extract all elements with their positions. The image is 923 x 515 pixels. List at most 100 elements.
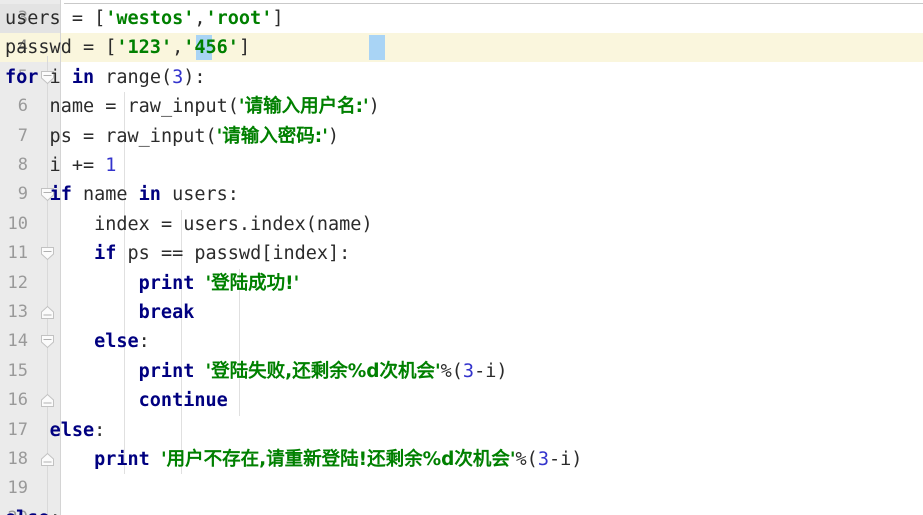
code-token: [ — [105, 37, 117, 59]
code-token: ( — [160, 66, 173, 88]
code-token: -i) — [548, 449, 583, 470]
code-token: = — [105, 96, 128, 118]
code-line[interactable]: if name in users: — [5, 180, 239, 209]
code-token: '登陆成功!' — [205, 272, 300, 294]
code-token: users — [5, 8, 72, 29]
code-token: name — [5, 96, 106, 118]
code-token: ( — [205, 125, 217, 147]
code-token: += — [71, 155, 106, 176]
code-line[interactable]: index = users.index(name) — [5, 210, 373, 239]
code-token: = — [160, 213, 184, 235]
code-token: for — [5, 66, 39, 88]
code-token: 'westos' — [105, 8, 195, 29]
code-token: '请输入密码:' — [216, 125, 328, 147]
code-token: users: — [160, 184, 239, 206]
code-line[interactable]: i += 1 — [5, 151, 117, 180]
code-token: [ — [94, 8, 106, 29]
code-token: ps — [116, 243, 161, 265]
code-line[interactable]: continue — [5, 386, 228, 415]
code-token: passwd — [5, 37, 83, 59]
code-token: : — [138, 331, 150, 353]
code-token: break — [138, 302, 195, 323]
code-token: else — [94, 331, 139, 353]
code-line[interactable]: users = ['westos','root'] — [5, 4, 283, 33]
code-line[interactable]: else: — [5, 504, 61, 515]
code-token: users.index — [183, 213, 306, 235]
code-token: = — [82, 37, 106, 59]
line-number[interactable]: 19 — [0, 474, 28, 503]
code-line[interactable]: break — [5, 298, 195, 327]
code-line[interactable]: ps = raw_input('请输入密码:') — [5, 122, 339, 151]
code-token: -i) — [474, 360, 508, 382]
code-token: passwd — [194, 243, 262, 265]
code-token: '用户不存在,请重新登陆!还剩余%d次机会' — [160, 449, 516, 470]
code-token: 1 — [105, 155, 117, 176]
code-token: print — [94, 449, 150, 470]
code-token: 3 — [537, 449, 549, 470]
code-token: index — [272, 243, 329, 265]
code-line[interactable]: print '登陆失败,还剩余%d次机会'%(3-i) — [5, 357, 508, 386]
code-token: continue — [138, 390, 228, 412]
code-token: ) — [327, 125, 340, 147]
code-editor[interactable]: 34567891011121314151617181920 users = ['… — [0, 0, 923, 515]
code-line[interactable]: name = raw_input('请输入用户名:') — [5, 92, 380, 121]
code-token: '123' — [116, 37, 173, 59]
code-token: ( — [227, 96, 239, 118]
code-token: ): — [183, 66, 206, 88]
code-line[interactable]: else: — [5, 416, 106, 445]
code-token: i — [38, 66, 72, 88]
code-token: else — [5, 508, 50, 515]
code-token: [ — [261, 243, 273, 265]
code-token: 'root' — [205, 8, 273, 29]
code-token: = — [71, 8, 95, 29]
bracket-match-highlight — [368, 35, 386, 61]
code-token: %( — [440, 360, 463, 382]
code-token: '登陆失败,还剩余%d次机会' — [205, 360, 441, 382]
code-token: ( — [305, 213, 317, 235]
code-token: print — [138, 360, 195, 382]
code-token: , — [172, 37, 184, 59]
code-token: else — [49, 419, 95, 441]
code-token: %( — [515, 449, 538, 470]
code-line[interactable]: print '登陆成功!' — [5, 269, 300, 298]
code-token: : — [50, 508, 61, 515]
code-token: raw_input — [105, 125, 206, 147]
code-token: index — [5, 213, 161, 235]
code-token: print — [138, 272, 195, 294]
code-token: ] — [272, 8, 284, 29]
code-line[interactable]: print '用户不存在,请重新登陆!还剩余%d次机会'%(3-i) — [5, 445, 582, 474]
code-token: 3 — [172, 66, 184, 88]
code-token: in — [71, 66, 95, 88]
code-token: '456' — [183, 37, 239, 59]
code-token: : — [94, 419, 106, 441]
code-line[interactable]: if ps == passwd[index]: — [5, 239, 350, 268]
code-token: ] — [238, 37, 251, 59]
code-line[interactable]: passwd = ['123','456'] — [5, 33, 250, 62]
code-token: '请输入用户名:' — [238, 96, 369, 118]
code-token: if — [94, 243, 117, 265]
code-token: = — [82, 125, 106, 147]
code-token: name — [71, 184, 139, 206]
code-token: range — [105, 66, 161, 88]
code-token: in — [138, 184, 161, 206]
code-token: , — [194, 8, 206, 29]
code-token: name — [316, 213, 362, 235]
code-token: ]: — [328, 243, 351, 265]
code-line[interactable]: for i in range(3): — [5, 63, 206, 92]
code-token: 3 — [462, 360, 475, 382]
code-token: i — [5, 155, 72, 176]
code-token: if — [49, 184, 72, 206]
code-line[interactable]: else: — [5, 327, 150, 356]
code-token: raw_input — [127, 96, 228, 118]
